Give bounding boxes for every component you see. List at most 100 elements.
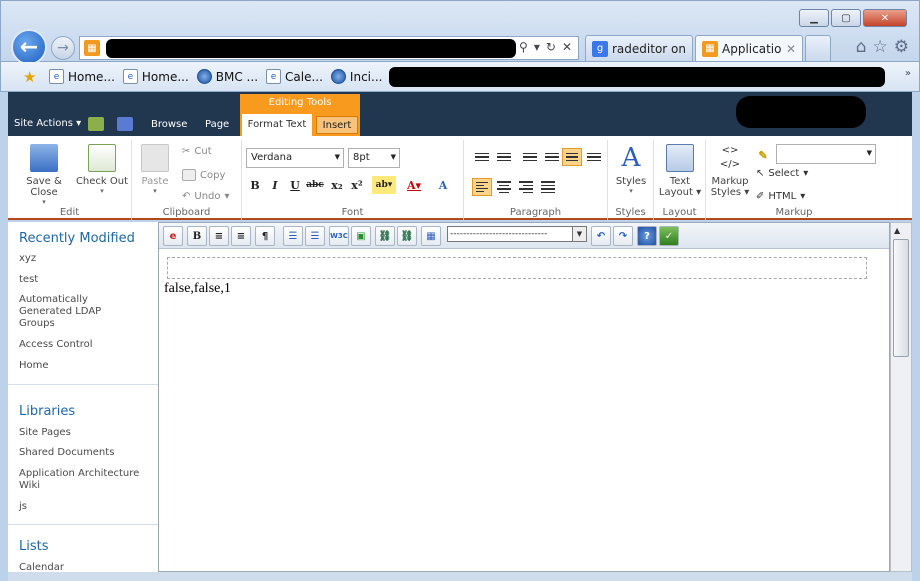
markup-select[interactable]: ▼ [776,144,876,164]
bold-icon[interactable]: B [246,176,264,194]
indent-icon[interactable]: ≡ [231,226,251,246]
nav-heading-recently-modified[interactable]: Recently Modified [19,231,135,246]
close-window-icon[interactable]: ✕ [863,9,907,27]
bullet-list-icon[interactable] [472,148,492,166]
nav-link[interactable]: Site Pages [19,427,154,439]
indent-icon[interactable] [542,148,562,166]
format-block-select[interactable]: ------------------------------ ▼ [447,226,587,242]
bold-icon[interactable]: B [187,226,207,246]
nav-heading-libraries[interactable]: Libraries [19,404,75,419]
sharepoint-top-bar: Site Actions ▾ Browse Page Editing Tools… [8,92,912,136]
font-color-icon[interactable]: A▾ [402,176,426,194]
vertical-scrollbar[interactable]: ▲ [890,222,912,572]
tab-insert[interactable]: Insert [316,116,358,134]
ltr-icon[interactable] [562,148,582,166]
apply-check-icon[interactable]: ✓ [659,226,679,246]
refresh-icon[interactable]: ↻ [546,40,556,54]
link-icon[interactable]: ⛓ [375,226,395,246]
chevron-right-icon[interactable]: » [905,68,911,79]
strikethrough-icon[interactable]: abc [306,176,324,194]
outdent-icon[interactable]: ≡ [209,226,229,246]
forward-button[interactable]: → [51,36,75,60]
new-tab-button[interactable] [805,35,831,61]
nav-link[interactable]: Shared Documents [19,447,154,459]
font-family-select[interactable]: Verdana ▼ [246,148,344,168]
numbered-list-icon[interactable]: ☰ [283,226,303,246]
site-actions-menu[interactable]: Site Actions ▾ [14,118,81,129]
maximize-icon[interactable]: ▢ [831,9,861,27]
subscript-icon[interactable]: x₂ [328,176,346,194]
align-center-icon[interactable] [494,178,514,196]
align-left-icon[interactable] [472,178,492,196]
superscript-icon[interactable]: x² [348,176,366,194]
favorite-item[interactable]: BMC ... [196,69,258,84]
browser-tab-application[interactable]: ▦ Applicatio... ✕ [695,35,803,61]
text-layout-icon [666,144,694,172]
tab-page[interactable]: Page [205,119,229,130]
styles-button[interactable]: A Styles ▾ [614,144,648,195]
paste-button[interactable]: Paste ▾ [140,144,170,195]
nav-link[interactable]: Access Control [19,339,154,351]
undo-button[interactable]: ↶ Undo ▾ [182,191,230,202]
scroll-up-icon[interactable]: ▲ [894,226,900,235]
paragraph-icon[interactable]: ¶ [255,226,275,246]
home-icon[interactable]: ⌂ [856,37,867,57]
check-out-button[interactable]: Check Out ▾ [74,144,130,195]
favorites-icon[interactable]: ★ [23,68,36,86]
close-tab-icon[interactable]: ✕ [786,42,796,56]
favorites-star-icon[interactable]: ☆ [873,37,888,57]
nav-link[interactable]: test [19,274,154,286]
select-button[interactable]: ↖ Select ▾ [756,168,808,179]
image-icon[interactable]: ▣ [351,226,371,246]
highlight-color-icon[interactable]: ab▾ [372,176,396,194]
unlink-icon[interactable]: ⛓ [397,226,417,246]
nav-link[interactable]: Automatically Generated LDAP Groups [19,294,119,330]
back-button[interactable]: ← [11,29,47,65]
language-icon[interactable]: ✎ [754,146,772,164]
gear-icon[interactable]: ⚙ [894,37,909,57]
nav-link[interactable]: xyz [19,253,154,265]
text-layout-button[interactable]: Text Layout ▾ [658,144,702,198]
edit-page-icon[interactable] [117,117,133,131]
address-bar[interactable]: ▦ ⚲ ▾ ↻ ✕ [79,36,579,60]
tab-format-text[interactable]: Format Text [242,114,312,136]
save-close-button[interactable]: Save & Close ▾ [14,144,74,206]
favorite-item[interactable]: Inci... [330,69,382,84]
rtl-icon[interactable] [584,148,604,166]
clear-format-icon[interactable]: A [434,176,452,194]
copy-button[interactable]: Copy [182,169,225,181]
favorite-item[interactable]: e Home... [49,69,115,84]
underline-icon[interactable]: U [286,176,304,194]
dropdown-icon[interactable]: ▾ [534,40,540,54]
editor-content[interactable]: false,false,1 [164,281,231,297]
outdent-icon[interactable] [520,148,540,166]
favorite-item[interactable]: e Cale... [266,69,323,84]
stop-icon[interactable]: ✕ [562,40,572,54]
nav-heading-lists[interactable]: Lists [19,539,49,554]
nav-link[interactable]: js [19,501,154,513]
folder-up-icon[interactable] [88,117,104,131]
numbered-list-icon[interactable] [494,148,514,166]
html-button[interactable]: ✐ HTML ▾ [756,191,805,202]
font-size-select[interactable]: 8pt ▼ [348,148,400,168]
tab-browse[interactable]: Browse [151,119,187,130]
justify-icon[interactable] [538,178,558,196]
redo-icon[interactable]: ↷ [613,226,633,246]
nav-link[interactable]: Application Architecture Wiki [19,468,154,492]
align-right-icon[interactable] [516,178,536,196]
minimize-icon[interactable]: ▁ [799,9,829,27]
browser-tab-radeditor[interactable]: g radeditor on ... [585,35,693,61]
undo-icon[interactable]: ↶ [591,226,611,246]
markup-styles-button[interactable]: <> </> Markup Styles ▾ [710,144,750,198]
bullet-list-icon[interactable]: ☰ [305,226,325,246]
search-icon[interactable]: ⚲ [519,40,528,54]
favorite-item[interactable]: e Home... [122,69,189,84]
help-icon[interactable]: ? [637,226,657,246]
table-icon[interactable]: ▦ [421,226,441,246]
nav-link[interactable]: Home [19,360,154,372]
scroll-thumb[interactable] [893,239,909,357]
w3c-icon[interactable]: W3C [329,226,349,246]
cut-button[interactable]: ✂ Cut [182,146,212,157]
italic-icon[interactable]: I [266,176,284,194]
spellcheck-icon[interactable]: e [163,226,183,246]
